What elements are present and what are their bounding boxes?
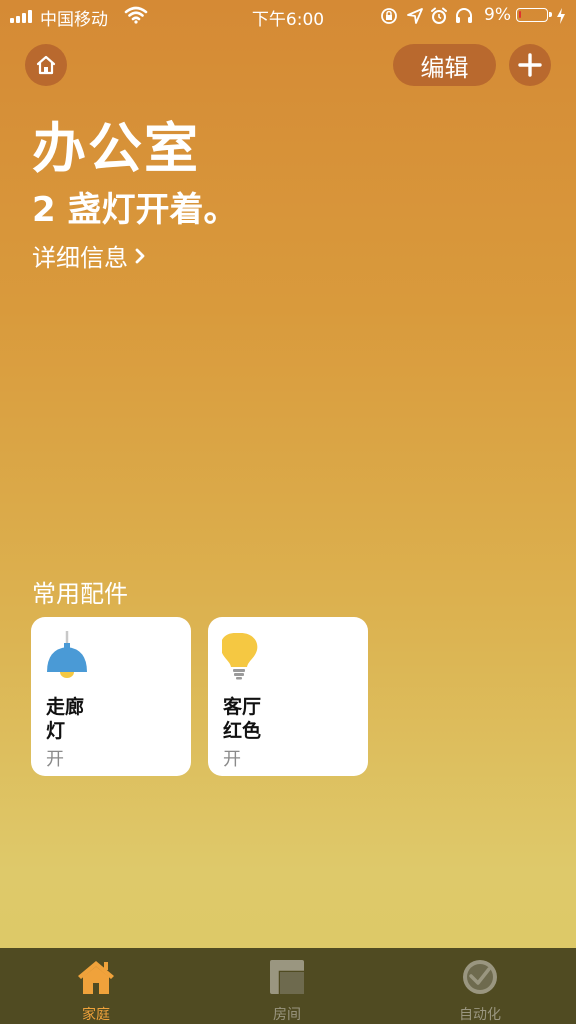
plus-icon (518, 53, 542, 77)
rooms-tab-icon (270, 960, 304, 994)
favorites-section-title: 常用配件 (32, 580, 128, 608)
accessory-tile-hallway-light[interactable]: 走廊 灯 开 (31, 617, 191, 776)
headphones-icon (456, 8, 472, 23)
details-link[interactable]: 详细信息 (32, 238, 146, 273)
tab-home[interactable]: 家庭 (36, 948, 156, 1024)
room-title: 办公室 (32, 117, 200, 180)
accessory-state: 开 (223, 749, 241, 770)
room-status: 2 盏灯开着。 (32, 190, 238, 230)
tab-bar: 家庭 房间 自动化 (0, 948, 576, 1024)
accessory-name-line1: 走廊 (46, 696, 85, 718)
automation-clock-icon (463, 960, 497, 994)
light-bulb-icon (222, 633, 258, 680)
charging-icon (557, 8, 565, 24)
add-button[interactable] (509, 44, 551, 86)
battery-percent: 9% (484, 5, 511, 25)
edit-button[interactable]: 编辑 (393, 44, 496, 86)
tab-rooms-label: 房间 (273, 1007, 301, 1023)
orientation-lock-icon (381, 8, 397, 24)
details-link-label: 详细信息 (32, 244, 128, 272)
accessory-name-line2: 红色 (223, 720, 262, 742)
tab-automation[interactable]: 自动化 (420, 948, 540, 1024)
accessory-name-line1: 客厅 (223, 696, 262, 718)
tab-rooms[interactable]: 房间 (227, 948, 347, 1024)
status-bar: 中国移动 下午6:00 9% (0, 0, 576, 32)
tab-automation-label: 自动化 (459, 1007, 501, 1023)
accessory-tile-living-room-red[interactable]: 客厅 红色 开 (208, 617, 368, 776)
home-icon (36, 55, 56, 75)
home-settings-button[interactable] (25, 44, 67, 86)
home-tab-icon (78, 961, 114, 994)
accessory-name-line2: 灯 (46, 720, 66, 742)
battery-icon (516, 8, 552, 22)
alarm-icon (431, 7, 447, 24)
pendant-lamp-icon (47, 631, 87, 678)
location-icon (407, 8, 423, 24)
accessory-state: 开 (46, 749, 64, 770)
tab-home-label: 家庭 (82, 1007, 110, 1023)
chevron-right-icon (135, 248, 145, 263)
